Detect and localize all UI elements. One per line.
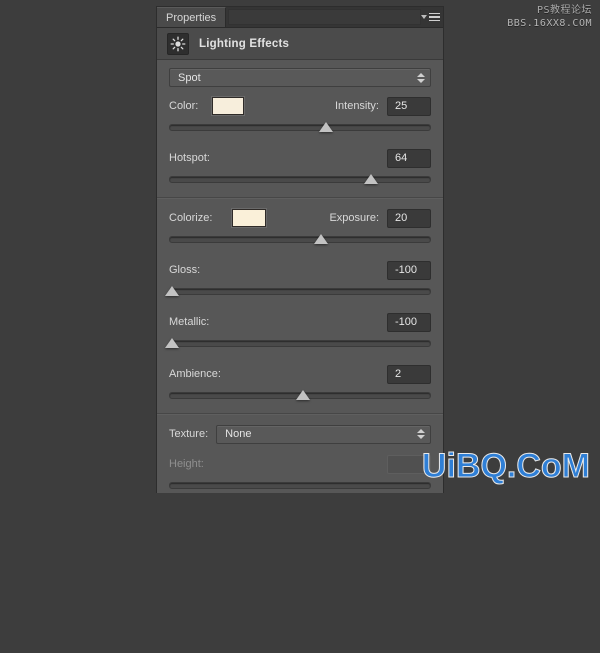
ambience-slider-thumb[interactable] (295, 390, 310, 400)
row-color-intensity: Color: Intensity: 25 (169, 95, 431, 117)
texture-value: None (225, 428, 252, 440)
tab-properties[interactable]: Properties (157, 7, 227, 27)
height-slider[interactable] (169, 479, 431, 493)
properties-panel: Properties Lighting Effects Spot Color: … (157, 7, 443, 493)
row-gloss: Gloss: -100 (169, 259, 431, 281)
panel-menu-icon[interactable] (421, 11, 440, 23)
gloss-slider-track (169, 288, 431, 295)
row-hotspot: Hotspot: 64 (169, 147, 431, 169)
height-label: Height: (169, 458, 204, 470)
gloss-label: Gloss: (169, 264, 201, 276)
metallic-label: Metallic: (169, 316, 210, 328)
intensity-slider[interactable] (169, 121, 431, 135)
metallic-slider-track (169, 340, 431, 347)
metallic-slider-thumb[interactable] (164, 338, 179, 348)
height-slider-track (169, 482, 431, 489)
tab-properties-label: Properties (166, 11, 217, 24)
hotspot-field[interactable]: 64 (387, 148, 431, 168)
exposure-slider-thumb[interactable] (313, 234, 328, 244)
tabbar-filler (228, 9, 421, 25)
panel-empty-area (169, 493, 431, 643)
row-metallic: Metallic: -100 (169, 311, 431, 333)
stepper-icon[interactable] (417, 72, 425, 83)
light-type-value: Spot (178, 71, 201, 84)
exposure-label: Exposure: (329, 212, 379, 224)
colorize-swatch[interactable] (232, 209, 267, 227)
intensity-label: Intensity: (334, 100, 379, 112)
colorize-label: Colorize: (169, 212, 213, 224)
exposure-slider[interactable] (169, 233, 431, 247)
gloss-slider[interactable] (164, 285, 431, 299)
panel-tabbar: Properties (157, 7, 443, 28)
exposure-field[interactable]: 20 (387, 208, 431, 228)
hotspot-slider-track (169, 176, 431, 183)
hotspot-slider-thumb[interactable] (363, 174, 378, 184)
hotspot-label: Hotspot: (169, 152, 210, 164)
texture-stepper-icon[interactable] (417, 429, 425, 439)
ambience-slider[interactable] (169, 389, 431, 403)
exposure-slider-track (169, 236, 431, 243)
lighting-effects-icon (167, 32, 189, 55)
row-texture: Texture: None (169, 423, 431, 445)
section-light-type: Spot Color: Intensity: 25 Hotspot: 64 (157, 60, 443, 198)
watermark-bottom: UiBQ.CoM (421, 447, 590, 486)
gloss-slider-thumb[interactable] (164, 286, 179, 296)
light-type-select[interactable]: Spot (169, 68, 431, 87)
watermark-top-line2: BBS.16XX8.COM (507, 18, 592, 29)
row-colorize-exposure: Colorize: Exposure: 20 (169, 207, 431, 229)
row-ambience: Ambience: 2 (169, 363, 431, 385)
panel-header: Lighting Effects (157, 28, 443, 60)
hotspot-slider[interactable] (169, 173, 431, 187)
panel-body: Spot Color: Intensity: 25 Hotspot: 64 Co… (157, 60, 443, 493)
intensity-slider-track (169, 124, 431, 131)
watermark-top-line1: PS教程论坛 (536, 5, 592, 16)
intensity-slider-thumb[interactable] (319, 122, 334, 132)
ambience-label: Ambience: (169, 368, 221, 380)
watermark-top: PS教程论坛 BBS.16XX8.COM (507, 4, 592, 30)
color-swatch[interactable] (212, 97, 245, 115)
section-texture: Texture: None Height: (157, 414, 443, 653)
texture-select[interactable]: None (216, 424, 431, 444)
page-title: Lighting Effects (199, 37, 290, 50)
intensity-field[interactable]: 25 (387, 96, 431, 116)
texture-label: Texture: (169, 428, 209, 440)
row-height: Height: (169, 453, 431, 475)
hamburger-icon (429, 12, 440, 22)
metallic-field[interactable]: -100 (387, 312, 431, 332)
section-material: Colorize: Exposure: 20 Gloss: -100 Metal… (157, 198, 443, 414)
chevron-down-icon (421, 15, 427, 19)
metallic-slider[interactable] (164, 337, 431, 351)
ambience-field[interactable]: 2 (387, 364, 431, 384)
gloss-field[interactable]: -100 (387, 260, 431, 280)
color-label: Color: (169, 100, 199, 112)
